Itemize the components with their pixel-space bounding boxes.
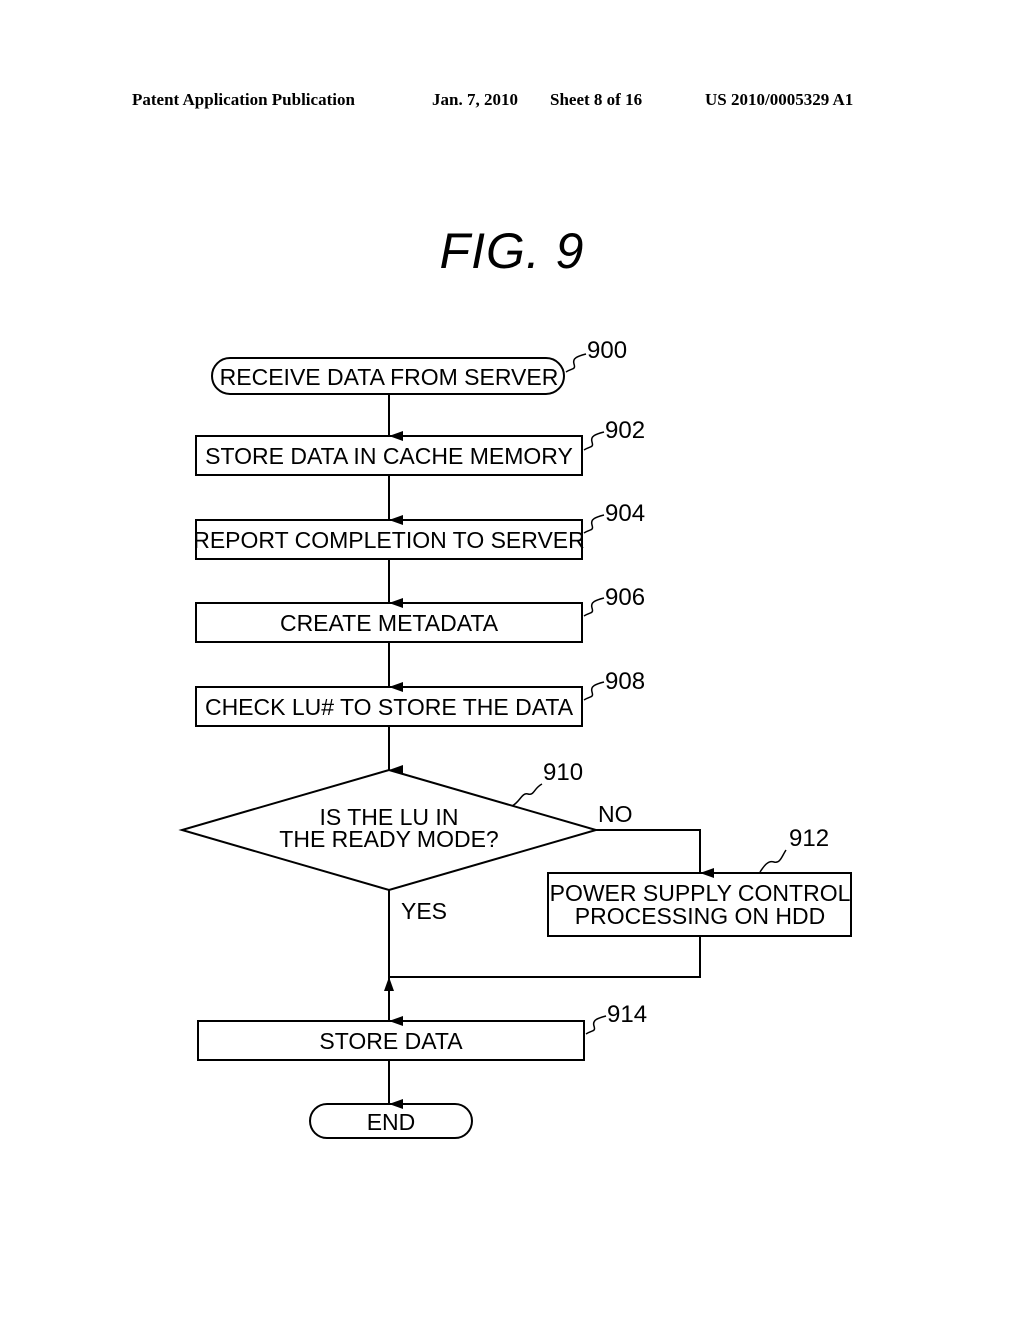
leader-912 [759, 849, 787, 873]
leader-914 [585, 1015, 607, 1035]
node-912-label-line2: PROCESSING ON HDD [575, 903, 825, 929]
leader-900 [565, 353, 587, 373]
node-end-label: END [367, 1109, 416, 1135]
ref-914: 914 [607, 1001, 647, 1028]
leader-906 [583, 597, 605, 617]
node-908-label: CHECK LU# TO STORE THE DATA [205, 694, 574, 720]
flowchart: RECEIVE DATA FROM SERVER STORE DATA IN C… [178, 337, 852, 1139]
node-900-label: RECEIVE DATA FROM SERVER [220, 364, 559, 390]
node-914-label: STORE DATA [319, 1028, 463, 1054]
ref-906: 906 [605, 584, 645, 611]
node-910-label-line2: THE READY MODE? [279, 826, 498, 852]
node-902-label: STORE DATA IN CACHE MEMORY [205, 443, 573, 469]
node-904-label: REPORT COMPLETION TO SERVER [193, 527, 585, 553]
ref-902: 902 [605, 417, 645, 444]
ref-900: 900 [587, 337, 627, 364]
ref-910: 910 [543, 759, 583, 786]
ref-908: 908 [605, 668, 645, 695]
node-906-label: CREATE METADATA [280, 610, 499, 636]
arrow-912-merge [384, 936, 701, 991]
branch-no-label: NO [598, 801, 633, 827]
arrow-910-912-no [596, 829, 714, 878]
leader-910 [511, 783, 543, 807]
leader-902 [583, 431, 605, 451]
leader-908 [583, 681, 605, 701]
ref-912: 912 [789, 825, 829, 852]
ref-904: 904 [605, 500, 645, 527]
branch-yes-label: YES [401, 898, 447, 924]
leader-904 [583, 514, 605, 534]
